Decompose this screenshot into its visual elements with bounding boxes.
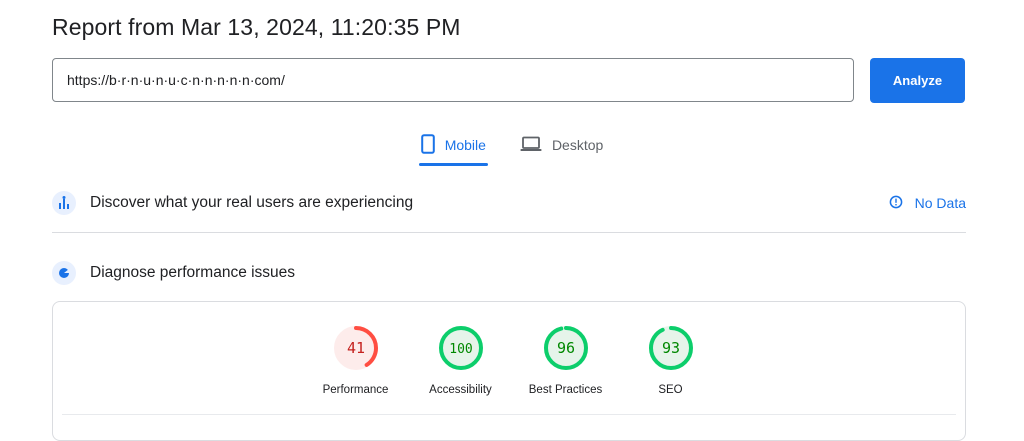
score-value: 41 [346, 339, 364, 357]
url-input-value: https://b·r·n·u·n·u·c·n·n·n·n·n·com/ [67, 72, 285, 88]
mobile-phone-icon [420, 133, 435, 157]
score-gauge-seo[interactable]: 93 SEO [618, 324, 723, 404]
score-label: Best Practices [528, 384, 603, 396]
no-data-link[interactable]: No Data [889, 183, 966, 223]
diagnose-section: Diagnose performance issues [52, 253, 966, 293]
score-value: 93 [661, 339, 679, 357]
real-users-heading: Discover what your real users are experi… [90, 194, 414, 211]
lighthouse-scores-card: 41 Performance 100 Accessibility 96 Best Prac… [52, 301, 966, 441]
score-value: 96 [556, 339, 574, 357]
score-label: Performance [322, 384, 389, 396]
score-gauge-accessibility[interactable]: 100 Accessibility [408, 324, 513, 404]
score-gauge-performance[interactable]: 41 Performance [303, 324, 408, 404]
laptop-icon [520, 136, 542, 155]
score-ring: 96 [543, 326, 588, 370]
url-input[interactable]: https://b·r·n·u·n·u·c·n·n·n·n·n·com/ [52, 58, 854, 102]
score-value: 100 [449, 342, 472, 357]
score-label: SEO [658, 384, 683, 396]
score-ring: 100 [438, 326, 483, 370]
diagnose-heading: Diagnose performance issues [90, 264, 296, 281]
score-label: Accessibility [429, 384, 492, 396]
score-ring: 93 [648, 326, 693, 370]
tab-mobile[interactable]: Mobile [418, 126, 489, 166]
tab-desktop[interactable]: Desktop [518, 126, 605, 164]
score-gauges: 41 Performance 100 Accessibility 96 Best Prac… [303, 324, 723, 404]
real-users-section: Discover what your real users are experi… [52, 183, 966, 223]
crux-users-icon [52, 191, 76, 215]
analyze-button[interactable]: Analyze [870, 58, 965, 103]
tab-desktop-label: Desktop [551, 137, 604, 153]
section-divider [52, 232, 966, 233]
device-tabs: Mobile Desktop [0, 126, 1024, 166]
score-ring: 41 [333, 326, 378, 370]
score-gauge-best-practices[interactable]: 96 Best Practices [513, 324, 618, 404]
no-data-label: No Data [914, 195, 966, 211]
report-title: Report from Mar 13, 2024, 11:20:35 PM [52, 14, 461, 40]
lighthouse-icon [52, 261, 76, 285]
tab-mobile-label: Mobile [444, 137, 486, 153]
card-divider [62, 414, 956, 415]
info-icon [889, 195, 903, 212]
